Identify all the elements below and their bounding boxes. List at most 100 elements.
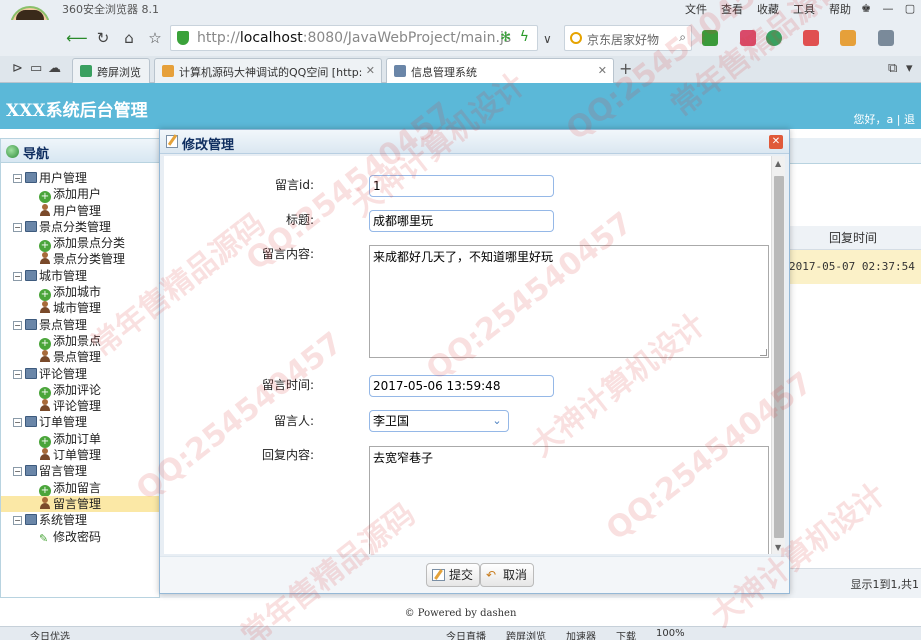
tree-group-user[interactable]: − 用户管理 [1,170,159,186]
collapse-icon[interactable]: − [13,369,22,379]
minimize-icon[interactable]: — [877,0,899,18]
status-today-pick[interactable]: 今日优选 [30,628,70,640]
tree-item-user-manage[interactable]: 用户管理 [1,203,159,219]
add-icon: + [39,386,51,399]
tab-menu-icon[interactable]: ▾ [906,61,913,76]
puzzle-icon[interactable] [840,30,856,46]
layout-icon[interactable]: ▭ [30,61,42,76]
back-icon[interactable]: ⟵ [66,27,88,49]
label-message-content: 留言内容: [261,247,314,261]
user-greeting[interactable]: 您好，a | 退 [854,111,915,127]
tree-group-message[interactable]: − 留言管理 [1,463,159,479]
status-cross-screen[interactable]: 跨屏浏览 [506,628,546,640]
collapse-icon[interactable]: − [13,222,22,232]
cloud-icon[interactable]: ☁ [48,61,61,76]
selected-user: 李卫国 [373,414,410,428]
tree-item-message-manage[interactable]: 留言管理 [1,495,159,513]
cancel-button[interactable]: ↶ 取消 [480,563,535,587]
tree-group-city[interactable]: − 城市管理 [1,268,159,284]
menu-tools[interactable]: 工具 [793,1,815,17]
folder-icon [25,514,37,526]
tree-group-system[interactable]: − 系统管理 [1,512,159,528]
new-tab-button[interactable]: + [619,59,632,78]
compat-icon[interactable]: ✻ [500,30,511,45]
app-grid-icon[interactable] [702,30,718,46]
tab-qq-space[interactable]: 计算机源码大神调试的QQ空间 [http: ✕ [154,58,382,83]
menu-view[interactable]: 查看 [721,1,743,17]
restore-icon[interactable]: ⧉ [888,61,897,76]
grid-column-reply-time[interactable]: 回复时间 [785,226,921,250]
tree-item-comment-manage[interactable]: 评论管理 [1,398,159,414]
tree-item-scenic-manage[interactable]: 景点管理 [1,349,159,365]
sidebar-toggle-icon[interactable]: ⊳ [12,61,23,76]
input-title[interactable]: 成都哪里玩 [369,210,554,232]
item-label: 订单管理 [53,448,102,463]
dialog-scrollbar[interactable]: ▲ ▼ [771,156,785,554]
item-label: 景点分类管理 [53,252,126,267]
nav-panel: 导航 − 用户管理 + 添加用户 用户管理 − 景点分类管理 + 添加景点分类 景点分类… [0,138,160,598]
tab-info-system[interactable]: 信息管理系统 ✕ [386,58,614,84]
collapse-icon[interactable]: − [13,418,22,428]
select-message-user[interactable]: 李卫国 ⌄ [369,410,509,432]
speed-icon[interactable]: ϟ [520,29,529,45]
tree-item-add-scenic-category[interactable]: + 添加景点分类 [1,235,159,253]
close-icon[interactable]: ✕ [598,64,607,77]
collapse-icon[interactable]: − [13,516,22,526]
tree-item-add-scenic[interactable]: + 添加景点 [1,333,159,350]
tab-cross-screen[interactable]: 跨屏浏览 [72,58,150,83]
textarea-reply-content[interactable]: 去宽窄巷子 [369,446,769,554]
menu-grid-icon[interactable] [878,30,894,46]
home-icon[interactable]: ⌂ [118,27,140,49]
search-icon[interactable]: ⌕ [679,30,686,45]
dialog-close-button[interactable]: ✕ [769,135,783,149]
tree-item-add-city[interactable]: + 添加城市 [1,284,159,302]
tree-item-add-order[interactable]: + 添加订单 [1,431,159,448]
input-message-id[interactable]: 1 [369,175,554,197]
dialog-body: 留言id: 1 标题: 成都哪里玩 留言内容: 来成都好几天了，不知道哪里好玩 … [164,156,785,554]
tree-item-change-password[interactable]: ✎ 修改密码 [1,529,159,545]
collapse-icon[interactable]: − [13,320,22,330]
tree-item-add-comment[interactable]: + 添加评论 [1,382,159,399]
star-icon[interactable]: ☆ [144,27,166,49]
tree-group-scenic-category[interactable]: − 景点分类管理 [1,219,159,235]
tree-item-scenic-category-manage[interactable]: 景点分类管理 [1,251,159,267]
item-label: 用户管理 [53,203,102,218]
menu-file[interactable]: 文件 [685,1,707,17]
address-bar[interactable]: http://localhost:8080/JavaWebProject/mai… [170,25,538,51]
tree-group-order[interactable]: − 订单管理 [1,414,159,430]
address-dropdown-icon[interactable]: ∨ [543,32,552,46]
resize-grip-icon[interactable] [760,349,767,356]
tree-item-order-manage[interactable]: 订单管理 [1,447,159,463]
collapse-icon[interactable]: − [13,271,22,281]
menu-favorites[interactable]: 收藏 [757,1,779,17]
textarea-message-content[interactable]: 来成都好几天了，不知道哪里好玩 [369,245,769,358]
group-label: 城市管理 [39,268,88,283]
menu-help[interactable]: 帮助 [829,1,851,17]
status-download[interactable]: 下载 [616,628,636,640]
wallet-icon[interactable] [766,30,782,46]
tree-group-scenic[interactable]: − 景点管理 [1,317,159,333]
collapse-icon[interactable]: − [13,174,22,183]
input-message-time[interactable]: 2017-05-06 13:59:48 [369,375,554,397]
refresh-icon[interactable]: ↻ [92,27,114,49]
tree-group-comment[interactable]: − 评论管理 [1,366,159,382]
scroll-down-icon[interactable]: ▼ [775,543,781,552]
scroll-up-icon[interactable]: ▲ [775,159,781,168]
chevron-down-icon[interactable]: ⌄ [489,413,505,429]
extension-icon[interactable] [740,30,756,46]
grid-cell-reply-time[interactable]: 2017-05-07 02:37:54 [785,250,921,284]
close-icon[interactable]: ✕ [366,64,375,77]
status-zoom[interactable]: 100% [656,628,685,640]
skin-icon[interactable]: ♚ [855,0,877,18]
submit-button[interactable]: 提交 [426,563,481,587]
maximize-icon[interactable]: ▢ [899,0,921,18]
tree-item-add-message[interactable]: + 添加留言 [1,480,159,497]
search-box[interactable]: 京东居家好物 ⌕ [564,25,692,51]
tree-item-add-user[interactable]: + 添加用户 [1,186,159,204]
status-live[interactable]: 今日直播 [446,628,486,640]
scroll-thumb[interactable] [774,176,784,538]
status-accelerator[interactable]: 加速器 [566,628,596,640]
collapse-icon[interactable]: − [13,467,22,477]
tree-item-city-manage[interactable]: 城市管理 [1,300,159,316]
adblock-icon[interactable] [803,30,819,46]
